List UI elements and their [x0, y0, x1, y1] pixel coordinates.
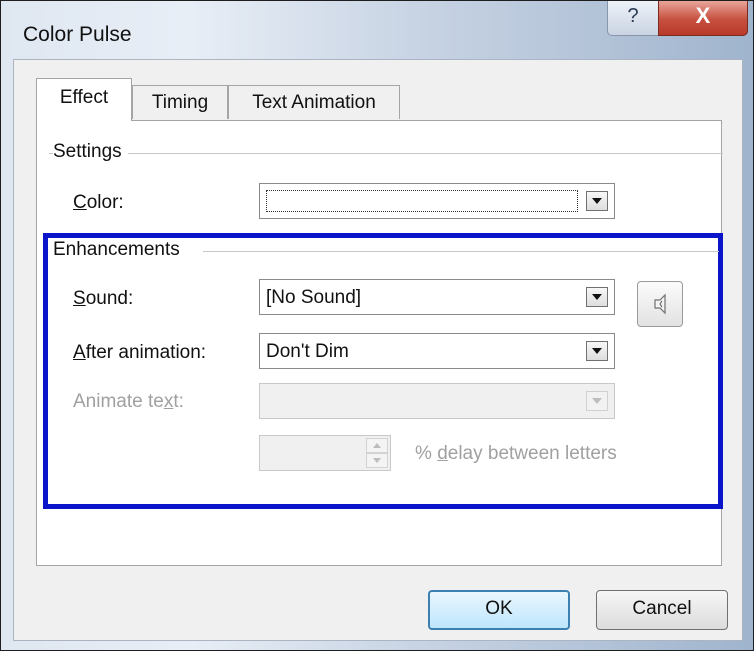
- tab-timing[interactable]: Timing: [132, 85, 228, 119]
- help-icon: ?: [627, 5, 639, 27]
- enhancements-group-title: Enhancements: [53, 239, 186, 261]
- chevron-down-icon[interactable]: [586, 191, 608, 211]
- letter-delay-label: % delay between letters: [415, 443, 617, 464]
- help-button[interactable]: ?: [607, 1, 659, 36]
- tab-effect[interactable]: Effect: [36, 78, 132, 121]
- color-label: Color:: [73, 192, 124, 213]
- settings-group-line: [49, 153, 723, 154]
- spinner-up-icon[interactable]: [366, 438, 388, 453]
- letter-delay-spinner[interactable]: [259, 435, 391, 471]
- sound-value: [No Sound]: [266, 287, 362, 308]
- after-animation-label: After animation:: [73, 342, 207, 363]
- tab-text-animation[interactable]: Text Animation: [228, 85, 400, 119]
- after-animation-value: Don't Dim: [266, 341, 349, 362]
- tab-effect-label: Effect: [59, 87, 109, 108]
- enhancements-group-line: [203, 251, 719, 252]
- settings-group-title: Settings: [53, 141, 128, 163]
- tab-text-animation-label: Text Animation: [252, 92, 376, 113]
- ok-button[interactable]: OK: [428, 590, 570, 630]
- chevron-down-icon[interactable]: [586, 287, 608, 307]
- color-dropdown[interactable]: [259, 183, 615, 219]
- spinner-down-icon[interactable]: [366, 453, 388, 468]
- animate-text-label: Animate text:: [73, 391, 184, 412]
- animate-text-dropdown[interactable]: [259, 383, 615, 419]
- after-animation-dropdown[interactable]: Don't Dim: [259, 333, 615, 369]
- chevron-down-icon[interactable]: [586, 391, 608, 411]
- sound-settings-button[interactable]: [637, 281, 683, 327]
- close-icon: X: [695, 3, 711, 28]
- effect-tab-panel: Settings Color: Enhancements Sound: [No …: [36, 120, 723, 566]
- dialog-title: Color Pulse: [23, 23, 132, 46]
- cancel-button[interactable]: Cancel: [596, 590, 728, 630]
- dialog-window: Color Pulse ? X Effect Timing Text Anima…: [0, 0, 754, 651]
- dialog-client-area: Effect Timing Text Animation Settings Co…: [13, 59, 743, 641]
- title-bar[interactable]: Color Pulse ? X: [1, 1, 753, 59]
- close-button[interactable]: X: [658, 1, 748, 36]
- speaker-icon: [654, 293, 666, 315]
- sound-label: Sound:: [73, 288, 134, 309]
- chevron-down-icon[interactable]: [586, 341, 608, 361]
- focus-rectangle: [266, 190, 578, 212]
- tab-timing-label: Timing: [151, 92, 209, 113]
- sound-dropdown[interactable]: [No Sound]: [259, 279, 615, 315]
